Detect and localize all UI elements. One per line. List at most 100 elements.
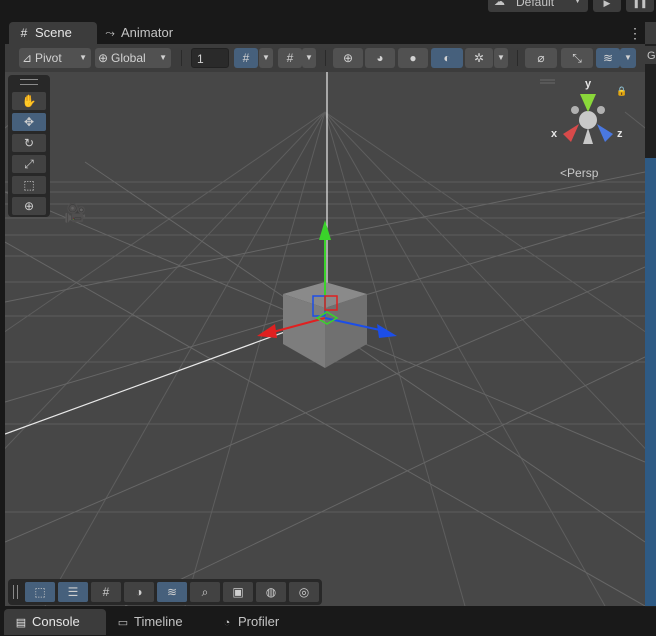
timeline-icon: ▭ <box>117 617 129 629</box>
wireframe-shading-button[interactable]: ⊕ <box>333 48 363 68</box>
effects-toggle-button[interactable]: ≋ <box>596 48 620 68</box>
gizmos-button[interactable]: ◍ <box>256 582 286 602</box>
shading-button[interactable]: ◑ <box>124 582 154 602</box>
grid-visibility-button[interactable]: # <box>278 48 302 68</box>
shaded-wireframe-button[interactable]: ◕ <box>365 48 395 68</box>
move-tool[interactable]: ✥ <box>12 113 46 131</box>
scene-viewport[interactable]: y x z <box>5 72 645 606</box>
move-icon: ✥ <box>23 115 35 129</box>
debug-draw-dropdown[interactable]: ▼ <box>494 48 508 68</box>
hand-icon: ✋ <box>21 94 37 108</box>
shading-icon: ◑ <box>135 585 143 599</box>
scene-toolbar: ⊿ Pivot ▼ ⊕ Global ▼ 1 # ▼ # ▼ ⊕ ◕ ● ◐ ✲ ▼ ⌀… <box>5 44 645 72</box>
global-dropdown[interactable]: ⊕ Global ▼ <box>95 48 171 68</box>
2d-toggle-button[interactable]: ⌀ <box>525 48 557 68</box>
globe-icon: ⊕ <box>97 51 109 65</box>
drag-handle[interactable] <box>20 79 38 85</box>
rect-overlay-icon: ⬚ <box>34 585 46 599</box>
chevron-down-icon: ▼ <box>624 53 632 62</box>
lighting-off-icon: ⌀ <box>537 51 545 65</box>
tab-animator-label: Animator <box>121 25 174 40</box>
tab-scene[interactable]: # Scene <box>9 22 97 44</box>
toolbar-settings-icon: ☰ <box>67 585 79 599</box>
editor-top-bar: ☁ Default ▼ ▶ ❚❚ <box>0 0 656 14</box>
grid-snap-icon: # <box>242 51 250 65</box>
separator <box>181 50 182 66</box>
bug-icon: ✲ <box>473 51 485 65</box>
profiler-icon: ◔ <box>223 617 231 629</box>
layout-dropdown[interactable]: ☁ Default ▼ <box>488 0 588 12</box>
gizmo-x-label: x <box>551 128 558 140</box>
animator-icon: ⤳ <box>105 26 115 40</box>
hand-tool[interactable]: ✋ <box>12 92 46 110</box>
layers-button[interactable]: ≋ <box>157 582 187 602</box>
separator <box>325 50 326 66</box>
layout-label: Default <box>516 0 555 9</box>
tab-profiler-label: Profiler <box>238 614 280 629</box>
navigation-button[interactable]: ◎ <box>289 582 319 602</box>
shaded-sphere-icon: ● <box>409 51 417 65</box>
scene-grid <box>5 72 645 606</box>
play-icon: ▶ <box>603 0 611 8</box>
search-icon: ⌕ <box>201 585 209 599</box>
grid-visibility-icon: # <box>286 51 294 65</box>
effects-dropdown[interactable]: ▼ <box>620 48 636 68</box>
tab-animator[interactable]: ⤳ Animator <box>103 22 193 44</box>
shaded-button[interactable]: ● <box>398 48 428 68</box>
window-tab-bar: # Scene ⤳ Animator ⋮ <box>5 22 645 44</box>
play-button[interactable]: ▶ <box>593 0 621 12</box>
lock-icon[interactable]: 🔒 <box>616 86 627 97</box>
projection-label: Persp <box>567 166 599 180</box>
scale-tool[interactable]: ⤢ <box>12 155 46 173</box>
debug-draw-mode-button[interactable]: ✲ <box>465 48 493 68</box>
transform-icon: ⊕ <box>23 199 35 213</box>
scale-icon: ⤢ <box>24 157 34 171</box>
chevron-down-icon: ▼ <box>573 0 582 5</box>
audio-off-icon: ⤡ <box>572 51 582 65</box>
grid-snap-dropdown[interactable]: ▼ <box>259 48 273 68</box>
console-icon: ▤ <box>15 617 27 629</box>
search-button[interactable]: ⌕ <box>190 582 220 602</box>
layers-icon: ≋ <box>166 585 178 599</box>
rect-tool[interactable]: ⬚ <box>12 176 46 194</box>
gizmo-y-label: y <box>585 78 592 90</box>
panel-tab-edge[interactable] <box>645 22 656 44</box>
tools-overlay: ✋ ✥ ↻ ⤢ ⬚ ⊕ <box>8 75 50 217</box>
layers-icon: ≋ <box>602 51 614 65</box>
camera-button[interactable]: ▣ <box>223 582 253 602</box>
tab-timeline[interactable]: ▭ Timeline <box>116 609 206 635</box>
rect-icon: ⬚ <box>23 178 35 192</box>
toolbar-settings-button[interactable]: ☰ <box>58 582 88 602</box>
grid-toggle-button[interactable]: # <box>91 582 121 602</box>
tab-console[interactable]: ▤ Console <box>4 609 106 635</box>
panel-label: G <box>647 50 656 62</box>
projection-toggle[interactable]: <Persp <box>560 166 598 180</box>
tab-menu-icon[interactable]: ⋮ <box>627 22 643 44</box>
pivot-icon: ⊿ <box>21 51 33 65</box>
pause-icon: ❚❚ <box>632 0 648 8</box>
drag-handle[interactable] <box>13 585 18 599</box>
rotate-tool[interactable]: ↻ <box>12 134 46 152</box>
gizmo-z-label: z <box>617 128 623 140</box>
unity-cloud-icon: ☁ <box>494 0 505 8</box>
separator <box>517 50 518 66</box>
wireframe-sphere-icon: ⊕ <box>342 51 354 65</box>
grid-toggle-icon: # <box>102 585 110 599</box>
grid-icon: # <box>20 26 28 40</box>
navigation-icon: ◎ <box>298 585 310 599</box>
snap-increment-field[interactable]: 1 <box>191 48 229 68</box>
audio-toggle-button[interactable]: ⤡ <box>561 48 593 68</box>
rotate-icon: ↻ <box>23 136 35 150</box>
pause-button[interactable]: ❚❚ <box>626 0 654 12</box>
chevron-down-icon: ▼ <box>497 53 505 62</box>
rect-overlay-button[interactable]: ⬚ <box>25 582 55 602</box>
grid-snap-button[interactable]: # <box>234 48 258 68</box>
tab-timeline-label: Timeline <box>134 614 183 629</box>
lit-shading-button[interactable]: ◐ <box>431 48 463 68</box>
tab-profiler[interactable]: ◔ Profiler <box>220 609 310 635</box>
transform-tool[interactable]: ⊕ <box>12 197 46 215</box>
pivot-dropdown[interactable]: ⊿ Pivot ▼ <box>19 48 91 68</box>
grid-visibility-dropdown[interactable]: ▼ <box>302 48 316 68</box>
tab-scene-label: Scene <box>35 25 72 40</box>
camera-icon[interactable]: 🎥 <box>64 203 86 224</box>
